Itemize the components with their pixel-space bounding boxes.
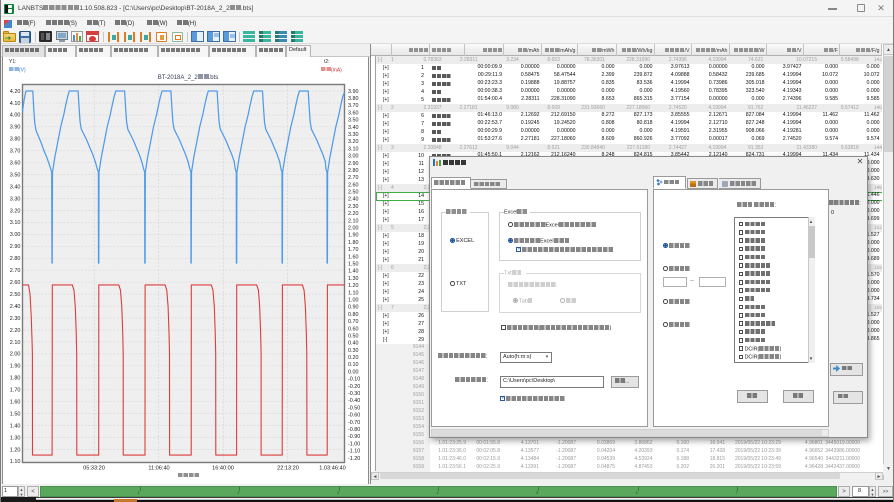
svg-text:-0.90: -0.90 <box>348 434 360 440</box>
svg-text:3.70: 3.70 <box>10 148 21 154</box>
svg-text:1.70: 1.70 <box>348 247 359 253</box>
svg-text:-0.70: -0.70 <box>348 419 360 425</box>
svg-text:3.80: 3.80 <box>348 96 359 102</box>
svg-text:2.40: 2.40 <box>10 303 21 309</box>
svg-text:3.80: 3.80 <box>10 136 21 142</box>
svg-text:-0.40: -0.40 <box>348 398 360 404</box>
svg-text:2.90: 2.90 <box>348 160 359 166</box>
svg-text:1.70: 1.70 <box>10 387 21 393</box>
svg-text:3.00: 3.00 <box>10 232 21 238</box>
svg-text:11:06:40: 11:06:40 <box>148 465 169 471</box>
svg-text:-0.20: -0.20 <box>348 383 360 389</box>
svg-text:-0.30: -0.30 <box>348 391 360 397</box>
svg-text:2.90: 2.90 <box>10 244 21 250</box>
svg-text:3.30: 3.30 <box>10 196 21 202</box>
svg-text:2.50: 2.50 <box>348 189 359 195</box>
svg-text:05:33:20: 05:33:20 <box>83 465 105 471</box>
svg-text:1.10: 1.10 <box>348 290 359 296</box>
svg-text:4.20: 4.20 <box>10 88 21 94</box>
svg-text:3.60: 3.60 <box>10 160 21 166</box>
svg-text:-0.80: -0.80 <box>348 427 360 433</box>
svg-text:2.80: 2.80 <box>10 256 21 262</box>
svg-text:1.10: 1.10 <box>10 459 21 465</box>
svg-text:-0.10: -0.10 <box>348 376 360 382</box>
svg-text:0.20: 0.20 <box>348 355 359 361</box>
svg-text:2.20: 2.20 <box>348 211 359 217</box>
svg-text:0.40: 0.40 <box>348 340 359 346</box>
svg-text:1.50: 1.50 <box>10 411 21 417</box>
svg-text:-1.20: -1.20 <box>348 455 360 461</box>
svg-text:3.40: 3.40 <box>348 124 359 130</box>
svg-text:4.00: 4.00 <box>10 112 21 118</box>
svg-text:1.80: 1.80 <box>348 239 359 245</box>
svg-text:3.20: 3.20 <box>10 208 21 214</box>
svg-text:1.90: 1.90 <box>10 363 21 369</box>
svg-text:3.70: 3.70 <box>348 103 359 109</box>
svg-text:3.40: 3.40 <box>10 184 21 190</box>
svg-text:3.30: 3.30 <box>348 132 359 138</box>
svg-text:2.40: 2.40 <box>348 196 359 202</box>
svg-text:22:13:20: 22:13:20 <box>277 465 299 471</box>
svg-text:2.00: 2.00 <box>348 225 359 231</box>
svg-text:0.00: 0.00 <box>348 369 359 375</box>
svg-text:1.50: 1.50 <box>348 261 359 267</box>
svg-text:0.30: 0.30 <box>348 347 359 353</box>
svg-text:1.30: 1.30 <box>10 435 21 441</box>
svg-text:2.20: 2.20 <box>10 327 21 333</box>
svg-text:4.10: 4.10 <box>10 100 21 106</box>
svg-text:3.50: 3.50 <box>348 117 359 123</box>
svg-text:2.10: 2.10 <box>10 339 21 345</box>
svg-text:3.10: 3.10 <box>348 146 359 152</box>
svg-text:-1.10: -1.10 <box>348 448 360 454</box>
svg-text:2.50: 2.50 <box>10 291 21 297</box>
svg-text:0.60: 0.60 <box>348 326 359 332</box>
svg-text:0.90: 0.90 <box>348 304 359 310</box>
svg-text:2.70: 2.70 <box>348 175 359 181</box>
svg-text:2.60: 2.60 <box>348 182 359 188</box>
svg-text:16:40:00: 16:40:00 <box>212 465 234 471</box>
svg-text:3.20: 3.20 <box>348 139 359 145</box>
svg-text:3.60: 3.60 <box>348 110 359 116</box>
svg-text:0.10: 0.10 <box>348 362 359 368</box>
svg-text:2.60: 2.60 <box>10 280 21 286</box>
svg-text:1.00: 1.00 <box>348 297 359 303</box>
svg-text:1.40: 1.40 <box>348 268 359 274</box>
svg-text:0.50: 0.50 <box>348 333 359 339</box>
svg-text:-0.50: -0.50 <box>348 405 360 411</box>
svg-text:3.50: 3.50 <box>10 172 21 178</box>
svg-text:3.10: 3.10 <box>10 220 21 226</box>
svg-text:1.03:46:40: 1.03:46:40 <box>319 465 345 471</box>
svg-text:-1.00: -1.00 <box>348 441 360 447</box>
svg-text:1.90: 1.90 <box>348 232 359 238</box>
svg-text:1.60: 1.60 <box>348 254 359 260</box>
svg-text:2.30: 2.30 <box>10 315 21 321</box>
svg-text:2.80: 2.80 <box>348 168 359 174</box>
svg-text:2.70: 2.70 <box>10 268 21 274</box>
svg-text:2.10: 2.10 <box>348 218 359 224</box>
svg-text:1.60: 1.60 <box>10 399 21 405</box>
svg-text:1.20: 1.20 <box>348 283 359 289</box>
svg-text:0.70: 0.70 <box>348 319 359 325</box>
svg-text:1.30: 1.30 <box>348 275 359 281</box>
svg-text:1.40: 1.40 <box>10 423 21 429</box>
svg-text:0.80: 0.80 <box>348 311 359 317</box>
svg-text:-0.60: -0.60 <box>348 412 360 418</box>
svg-text:3.90: 3.90 <box>348 88 359 94</box>
svg-text:2.30: 2.30 <box>348 203 359 209</box>
svg-text:3.90: 3.90 <box>10 124 21 130</box>
svg-text:2.00: 2.00 <box>10 351 21 357</box>
svg-text:1.80: 1.80 <box>10 375 21 381</box>
svg-text:1.20: 1.20 <box>10 447 21 453</box>
svg-text:3.00: 3.00 <box>348 153 359 159</box>
